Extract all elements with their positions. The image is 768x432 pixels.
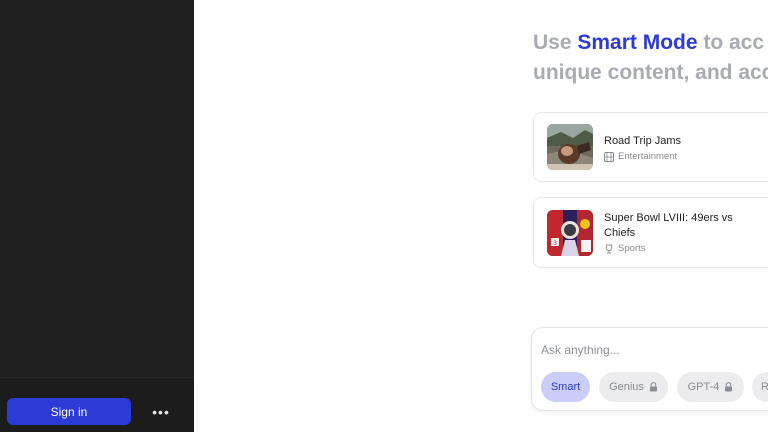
card-title: Super Bowl LVIII: 49ers vs Chiefs [604, 212, 733, 239]
more-options-icon[interactable]: ••• [151, 398, 171, 425]
trophy-icon [604, 244, 614, 254]
mode-chip-label: R [761, 381, 768, 393]
mode-chip-smart[interactable]: Smart [541, 372, 590, 402]
lock-icon [649, 382, 658, 392]
sign-in-button[interactable]: Sign in [7, 398, 131, 425]
ask-box: Smart Genius GPT-4 R [531, 327, 768, 411]
card-thumbnail: 3 [547, 210, 593, 256]
lock-icon [724, 382, 733, 392]
headline-suffix: to acc [697, 31, 765, 54]
sidebar-footer: Sign in ••• [0, 377, 194, 432]
card-category: Entertainment [604, 151, 677, 162]
smart-mode-highlight: Smart Mode [577, 31, 698, 54]
mode-chip-gpt-4[interactable]: GPT-4 [677, 372, 744, 402]
mode-chip-r[interactable]: R [752, 372, 768, 402]
ask-input[interactable] [541, 340, 761, 360]
card-thumbnail [547, 124, 593, 170]
headline-line-2: unique content, and acc [533, 61, 768, 84]
page-headline: Use Smart Mode to acc unique content, an… [533, 28, 768, 88]
headline-prefix: Use [533, 31, 578, 54]
card-category-label: Entertainment [618, 151, 678, 162]
sidebar: Sign in ••• [0, 0, 194, 432]
headline-line-1: Use Smart Mode to acc [533, 28, 768, 58]
mode-chip-label: Smart [550, 381, 581, 393]
suggestion-card-road-trip[interactable]: Road Trip Jams Entertainment [533, 112, 768, 182]
card-category: Sports [604, 243, 645, 254]
film-icon [604, 151, 614, 162]
svg-text:3: 3 [553, 240, 557, 247]
card-title: Road Trip Jams [604, 135, 682, 147]
card-category-label: Sports [618, 243, 646, 254]
mode-chip-label: GPT-4 [687, 381, 720, 393]
suggestion-card-super-bowl[interactable]: 3 Super Bowl LVIII: 49ers vs Chiefs Spor… [533, 197, 768, 268]
mode-chip-label: Genius [609, 381, 644, 393]
mode-chip-genius[interactable]: Genius [599, 372, 668, 402]
